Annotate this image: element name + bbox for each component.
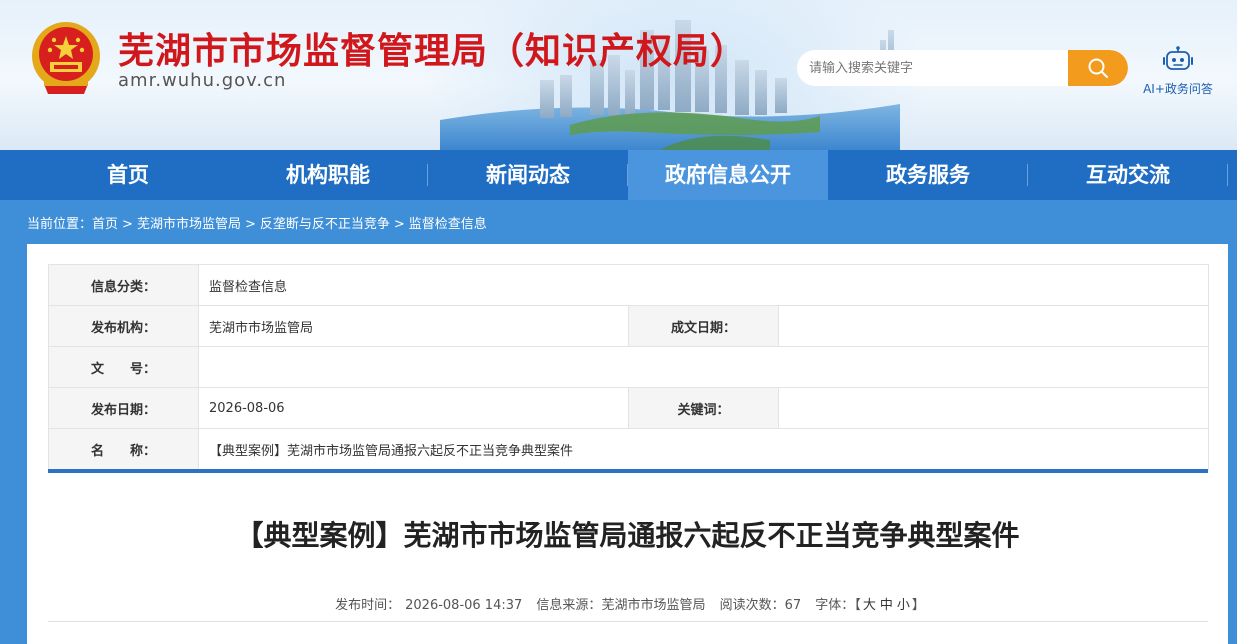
font-size-medium-button[interactable]: 中 [880,598,893,613]
publisher-value: 芜湖市市场监管局 [198,305,629,347]
font-size-bracket-open: 【 [854,598,861,613]
ai-assistant-label: AI+政务问答 [1143,82,1213,96]
info-source: 信息来源：芜湖市市场监管局 [536,598,705,613]
site-domain: amr.wuhu.gov.cn [118,70,287,91]
nav-item-institution[interactable]: 机构职能 [228,150,428,200]
name-label: 名 称： [48,428,199,470]
ai-assistant-button[interactable]: AI+政务问答 [1132,46,1224,102]
publish-time-value: 2026-08-06 14:37 [405,598,523,613]
robot-icon [1163,46,1193,70]
nav-item-label: 机构职能 [286,163,370,187]
breadcrumb-separator: > [393,217,405,232]
keywords-label: 关键词： [628,387,779,429]
font-size-large-button[interactable]: 大 [863,598,876,613]
main-nav: 首页 机构职能 新闻动态 政府信息公开 政务服务 互动交流 [0,150,1237,200]
info-table-bottom-bar [48,469,1208,473]
created-date-value [778,305,1209,347]
breadcrumb-separator: > [244,217,256,232]
font-size-label: 字体： [815,598,855,613]
name-value: 【典型案例】芜湖市市场监管局通报六起反不正当竞争典型案件 [198,428,1209,470]
info-row-pubdate: 发布日期： 2026-08-06 关键词： [48,387,1209,429]
site-title[interactable]: 芜湖市市场监督管理局（知识产权局） [118,22,747,74]
breadcrumb-bureau[interactable]: 芜湖市市场监管局 [137,217,241,232]
info-row-publisher: 发布机构： 芜湖市市场监管局 成文日期： [48,305,1209,347]
font-size-switcher: 字体：【大中小】 [815,598,925,613]
nav-separator [1227,164,1228,186]
font-size-bracket-close: 】 [911,598,925,613]
info-row-name: 名 称： 【典型案例】芜湖市市场监管局通报六起反不正当竞争典型案件 [48,428,1209,470]
info-table: 信息分类： 监督检查信息 发布机构： 芜湖市市场监管局 成文日期： 文 号： 发… [48,264,1209,470]
article-title: 【典型案例】芜湖市市场监管局通报六起反不正当竞争典型案件 [235,519,1020,552]
national-emblem-icon [32,22,100,94]
info-row-category: 信息分类： 监督检查信息 [48,264,1209,306]
nav-item-gov-info[interactable]: 政府信息公开 [628,150,828,200]
nav-item-news[interactable]: 新闻动态 [428,150,628,200]
nav-item-interaction[interactable]: 互动交流 [1028,150,1228,200]
breadcrumb-inspection[interactable]: 监督检查信息 [409,217,487,232]
breadcrumb-prefix: 当前位置： [27,217,93,232]
pubdate-value: 2026-08-06 [198,387,629,429]
read-count-value: 67 [784,598,802,613]
breadcrumb-anti-monopoly[interactable]: 反垄断与反不正当竞争 [260,217,390,232]
article-meta: 发布时间： 2026-08-06 14:37 信息来源：芜湖市市场监管局 阅读次数… [27,594,1228,613]
docno-label: 文 号： [48,346,199,388]
nav-item-label: 新闻动态 [486,163,570,187]
publish-time: 发布时间： 2026-08-06 14:37 [330,598,522,613]
breadcrumb-home[interactable]: 首页 [92,217,118,232]
category-value: 监督检查信息 [198,264,1209,306]
nav-item-label: 互动交流 [1086,163,1170,187]
keywords-value [778,387,1209,429]
read-count: 阅读次数：67 [720,598,802,613]
publish-time-label: 发布时间： [335,598,401,613]
meta-divider [48,621,1208,622]
breadcrumb: 当前位置：首页 > 芜湖市市场监管局 > 反垄断与反不正当竞争 > 监督检查信息 [27,213,487,233]
content-panel: 信息分类： 监督检查信息 发布机构： 芜湖市市场监管局 成文日期： 文 号： 发… [27,244,1228,644]
info-source-value: 芜湖市市场监管局 [601,598,706,613]
info-row-docno: 文 号： [48,346,1209,388]
docno-value [198,346,1209,388]
search-button[interactable] [1068,50,1128,86]
pubdate-label: 发布日期： [48,387,199,429]
breadcrumb-separator: > [122,217,133,232]
font-size-small-button[interactable]: 小 [897,598,910,613]
read-count-label: 阅读次数： [719,598,785,613]
search-input[interactable] [797,50,1067,86]
created-date-label: 成文日期： [628,305,779,347]
category-label: 信息分类： [48,264,199,306]
search-box [797,50,1128,86]
info-source-label: 信息来源： [536,598,602,613]
search-icon [1088,58,1109,79]
nav-item-label: 政务服务 [886,163,970,187]
nav-item-home[interactable]: 首页 [28,150,228,200]
site-header: 芜湖市市场监督管理局（知识产权局） amr.wuhu.gov.cn AI+政务问… [0,0,1237,150]
nav-item-services[interactable]: 政务服务 [828,150,1028,200]
publisher-label: 发布机构： [48,305,199,347]
